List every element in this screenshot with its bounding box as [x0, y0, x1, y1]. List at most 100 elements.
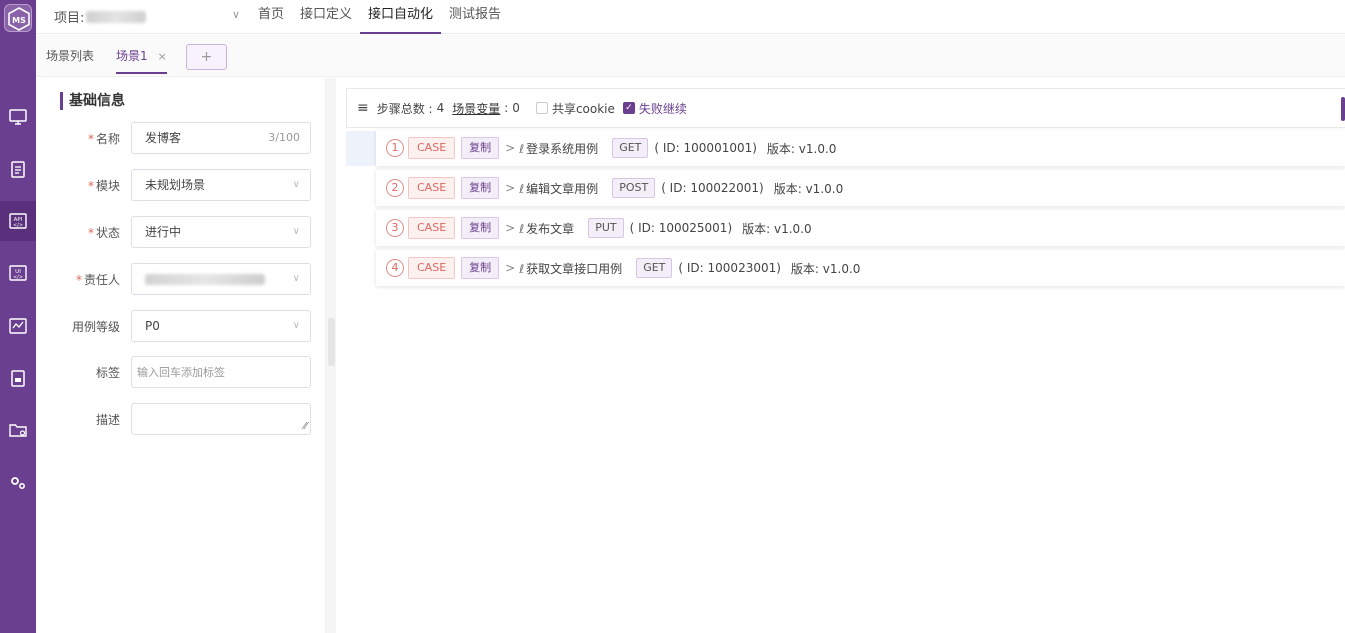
folder-icon[interactable]: [0, 410, 36, 450]
report-icon[interactable]: [0, 358, 36, 398]
scenario-vars-value: 0: [512, 101, 520, 115]
monitor-icon[interactable]: [0, 97, 36, 137]
close-icon[interactable]: ×: [157, 50, 166, 63]
panel-splitter[interactable]: [328, 318, 335, 366]
share-cookie-label: 共享cookie: [551, 101, 615, 116]
level-select[interactable]: P0 ∨: [131, 310, 311, 342]
tags-input[interactable]: 输入回车添加标签: [131, 356, 311, 388]
char-count: 3/100: [268, 131, 300, 144]
svg-text:MS: MS: [12, 16, 26, 25]
edit-icon[interactable]: ℓ: [519, 182, 524, 196]
steps-toolbar: ≡ 步骤总数 : 4 场景变量 : 0 共享cookie ✓ 失败继续: [346, 88, 1345, 128]
toolbar-accent: [1341, 97, 1345, 121]
method-badge: POST: [612, 178, 656, 198]
step-type-badge: CASE: [408, 177, 456, 199]
module-row: * 模块 未规划场景 ∨: [46, 169, 326, 201]
tab-strip: 场景列表 场景1 × +: [36, 35, 1345, 77]
app-logo-icon[interactable]: MS: [4, 4, 32, 32]
status-row: * 状态 进行中 ∨: [46, 216, 326, 248]
copy-button[interactable]: 复制: [461, 257, 500, 279]
project-selector[interactable]: 项目: ∨: [54, 7, 240, 26]
add-tab-button[interactable]: +: [186, 44, 227, 70]
owner-select[interactable]: ∨: [131, 263, 311, 295]
steps-total-value: 4: [436, 101, 445, 115]
owner-label: * 责任人: [75, 273, 120, 287]
tab-scenario-1-label: 场景1: [116, 49, 148, 63]
resize-handle-icon[interactable]: ⁄⁄: [304, 422, 307, 432]
step-name: ℓ 登录系统用例: [519, 141, 599, 156]
step-type-badge: CASE: [408, 257, 456, 279]
step-name: ℓ 发布文章: [519, 221, 575, 236]
main-nav: 首页 接口定义 接口自动化 测试报告: [250, 0, 509, 34]
chevron-right-icon[interactable]: >: [505, 261, 515, 275]
copy-button[interactable]: 复制: [461, 137, 500, 159]
nav-home[interactable]: 首页: [250, 0, 292, 34]
owner-row: * 责任人 ∨: [46, 263, 326, 295]
side-rail: MS API </> UI </>: [0, 0, 36, 633]
step-version: 版本: v1.0.0: [773, 181, 844, 196]
level-row: 用例等级 P0 ∨: [46, 310, 326, 342]
chevron-down-icon: ∨: [292, 320, 300, 331]
edit-icon[interactable]: ℓ: [519, 222, 524, 236]
gear-icon[interactable]: [0, 463, 36, 503]
menu-icon[interactable]: ≡: [357, 100, 369, 116]
step-version: 版本: v1.0.0: [742, 221, 812, 236]
continue-on-fail-label: 失败继续: [638, 101, 687, 116]
chevron-down-icon: ∨: [292, 273, 300, 284]
desc-textarea[interactable]: ⁄⁄: [131, 403, 311, 435]
basic-info-panel: 基础信息 * 名称 发博客 3/100 * 模块 未规划场景 ∨ * 状态 进行中 ∨…: [46, 78, 326, 633]
tab-scenario-list[interactable]: 场景列表: [46, 47, 94, 64]
module-select[interactable]: 未规划场景 ∨: [131, 169, 311, 201]
owner-value-blurred: [145, 274, 265, 285]
module-label: * 模块: [87, 179, 120, 193]
share-cookie-checkbox[interactable]: [535, 102, 548, 114]
api-icon[interactable]: API </>: [0, 201, 36, 241]
step-row[interactable]: 4 CASE 复制 > ℓ 获取文章接口用例 GET ( ID: 10002300…: [376, 250, 1345, 286]
nav-api-automation[interactable]: 接口自动化: [360, 0, 442, 34]
chevron-right-icon[interactable]: >: [505, 221, 515, 235]
edit-icon[interactable]: ℓ: [519, 262, 524, 276]
scenario-vars-link[interactable]: 场景变量: [452, 100, 500, 117]
name-row: * 名称 发博客 3/100: [46, 122, 326, 154]
step-row[interactable]: 3 CASE 复制 > ℓ 发布文章 PUT ( ID: 100025001) 版…: [376, 210, 1345, 246]
nav-api-definition[interactable]: 接口定义: [292, 0, 360, 34]
step-number: 4: [386, 259, 404, 277]
steps-panel: ≡ 步骤总数 : 4 场景变量 : 0 共享cookie ✓ 失败继续 1 CA…: [336, 78, 1345, 633]
chevron-right-icon[interactable]: >: [505, 141, 515, 155]
name-label: * 名称: [87, 132, 120, 146]
status-select[interactable]: 进行中 ∨: [131, 216, 311, 248]
desc-label: 描述: [95, 413, 120, 427]
step-version: 版本: v1.0.0: [766, 141, 837, 156]
nav-test-report[interactable]: 测试报告: [441, 0, 509, 34]
top-bar: 项目: ∨ 首页 接口定义 接口自动化 测试报告: [36, 0, 1345, 34]
step-number: 1: [386, 139, 404, 157]
continue-on-fail-checkbox[interactable]: ✓: [622, 102, 635, 114]
svg-text:</>: </>: [13, 223, 23, 229]
step-row[interactable]: 1 CASE 复制 > ℓ 登录系统用例 GET ( ID: 100001001)…: [376, 130, 1345, 166]
step-version: 版本: v1.0.0: [790, 261, 861, 276]
step-id: ( ID: 100023001): [678, 261, 781, 275]
chevron-down-icon: ∨: [292, 179, 300, 190]
step-number: 2: [386, 179, 404, 197]
clipboard-icon[interactable]: [0, 149, 36, 189]
svg-text:</>: </>: [13, 275, 23, 281]
edit-icon[interactable]: ℓ: [519, 142, 524, 156]
copy-button[interactable]: 复制: [461, 177, 500, 199]
level-label: 用例等级: [71, 320, 120, 334]
section-title: 基础信息: [60, 92, 125, 110]
tab-scenario-1[interactable]: 场景1 ×: [116, 47, 167, 74]
name-input[interactable]: 发博客 3/100: [131, 122, 311, 154]
chevron-right-icon[interactable]: >: [505, 181, 515, 195]
ui-icon[interactable]: UI </>: [0, 253, 36, 293]
steps-total-label: 步骤总数 :: [376, 101, 433, 116]
chevron-down-icon[interactable]: ∨: [232, 8, 240, 21]
copy-button[interactable]: 复制: [461, 217, 500, 239]
chart-icon[interactable]: [0, 306, 36, 346]
step-number: 3: [386, 219, 404, 237]
tags-row: 标签 输入回车添加标签: [46, 356, 326, 388]
step-id: ( ID: 100022001): [661, 181, 764, 195]
step-selection-shade: [346, 131, 376, 166]
desc-row: 描述 ⁄⁄: [46, 403, 326, 435]
step-type-badge: CASE: [408, 217, 456, 239]
step-row[interactable]: 2 CASE 复制 > ℓ 编辑文章用例 POST ( ID: 100022001…: [376, 170, 1345, 206]
